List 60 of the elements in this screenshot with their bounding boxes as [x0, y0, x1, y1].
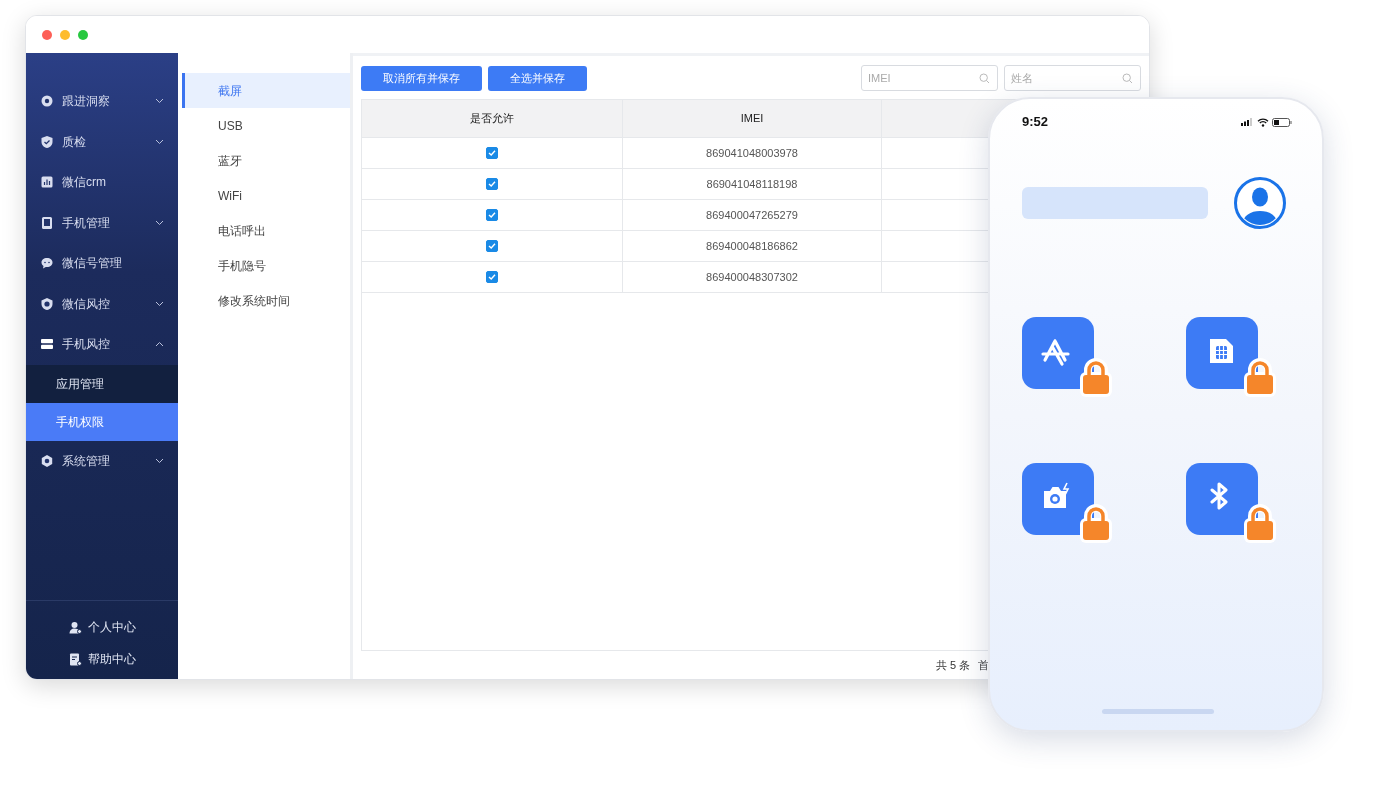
submenu-item[interactable]: 蓝牙	[182, 143, 350, 178]
sidebar-footer-link[interactable]: 个人中心	[26, 611, 178, 643]
document-icon	[68, 652, 82, 666]
sidebar-item[interactable]: 手机管理	[26, 202, 178, 243]
table-cell: 869041048118198	[623, 169, 882, 199]
search-icon	[979, 73, 990, 84]
sidebar-item[interactable]: 手机风控	[26, 324, 178, 365]
sidebar-item[interactable]: 质检	[26, 121, 178, 162]
first-page-link[interactable]: 首	[978, 656, 990, 674]
table-cell: 869400048186862	[623, 231, 882, 261]
app-tile[interactable]	[1186, 463, 1258, 535]
tablet-icon	[40, 215, 54, 230]
chart-icon	[40, 175, 54, 190]
maximize-button[interactable]	[78, 29, 88, 40]
column-header: IMEI	[623, 100, 882, 137]
submenu-item[interactable]: 手机隐号	[182, 248, 350, 283]
sidebar-item[interactable]: 系统管理	[26, 440, 178, 481]
table-cell: 869041048003978	[623, 138, 882, 168]
gear-icon	[40, 453, 54, 468]
close-button[interactable]	[42, 29, 52, 40]
signal-icon	[1241, 118, 1254, 126]
user-settings-icon	[68, 620, 82, 634]
checkbox[interactable]	[486, 240, 498, 252]
target-icon	[40, 94, 54, 109]
sidebar-item[interactable]: 微信crm	[26, 162, 178, 203]
avatar-icon[interactable]	[1234, 177, 1286, 229]
checkbox[interactable]	[486, 209, 498, 221]
checkbox[interactable]	[486, 271, 498, 283]
submenu-item[interactable]: WiFi	[182, 178, 350, 213]
submenu-item[interactable]: USB	[182, 108, 350, 143]
save-button[interactable]: 全选并保存	[488, 65, 587, 91]
wifi-icon	[1257, 117, 1269, 127]
save-button[interactable]: 取消所有并保存	[361, 65, 482, 91]
sidebar-subitem[interactable]: 手机权限	[26, 402, 178, 441]
search-field[interactable]: IMEI	[861, 65, 998, 91]
checkbox[interactable]	[486, 147, 498, 159]
status-time: 9:52	[1022, 113, 1049, 132]
sidebar-item[interactable]: 微信号管理	[26, 243, 178, 284]
app-tile[interactable]	[1022, 463, 1094, 535]
submenu-item[interactable]: 修改系统时间	[182, 283, 350, 318]
search-field[interactable]: 姓名	[1004, 65, 1141, 91]
shield-icon	[40, 134, 54, 149]
table-cell: 869400047265279	[623, 200, 882, 230]
submenu-item[interactable]: 电话呼出	[182, 213, 350, 248]
chat-icon	[40, 256, 54, 271]
sidebar-subitem[interactable]: 应用管理	[26, 364, 178, 403]
server-icon	[40, 337, 54, 352]
app-tile[interactable]	[1186, 317, 1258, 389]
app-tile[interactable]	[1022, 317, 1094, 389]
battery-icon	[1272, 117, 1292, 127]
shield-icon	[40, 296, 54, 311]
pagination-total: 共 5 条	[936, 657, 971, 673]
search-icon	[1122, 73, 1133, 84]
column-header: 是否允许	[362, 100, 623, 137]
submenu-item[interactable]: 截屏	[182, 73, 350, 108]
sidebar-item[interactable]: 微信风控	[26, 283, 178, 324]
table-cell: 869400048307302	[623, 262, 882, 292]
sidebar-footer-link[interactable]: 帮助中心	[26, 643, 178, 675]
checkbox[interactable]	[486, 178, 498, 190]
sidebar-item[interactable]: 跟进洞察	[26, 81, 178, 122]
